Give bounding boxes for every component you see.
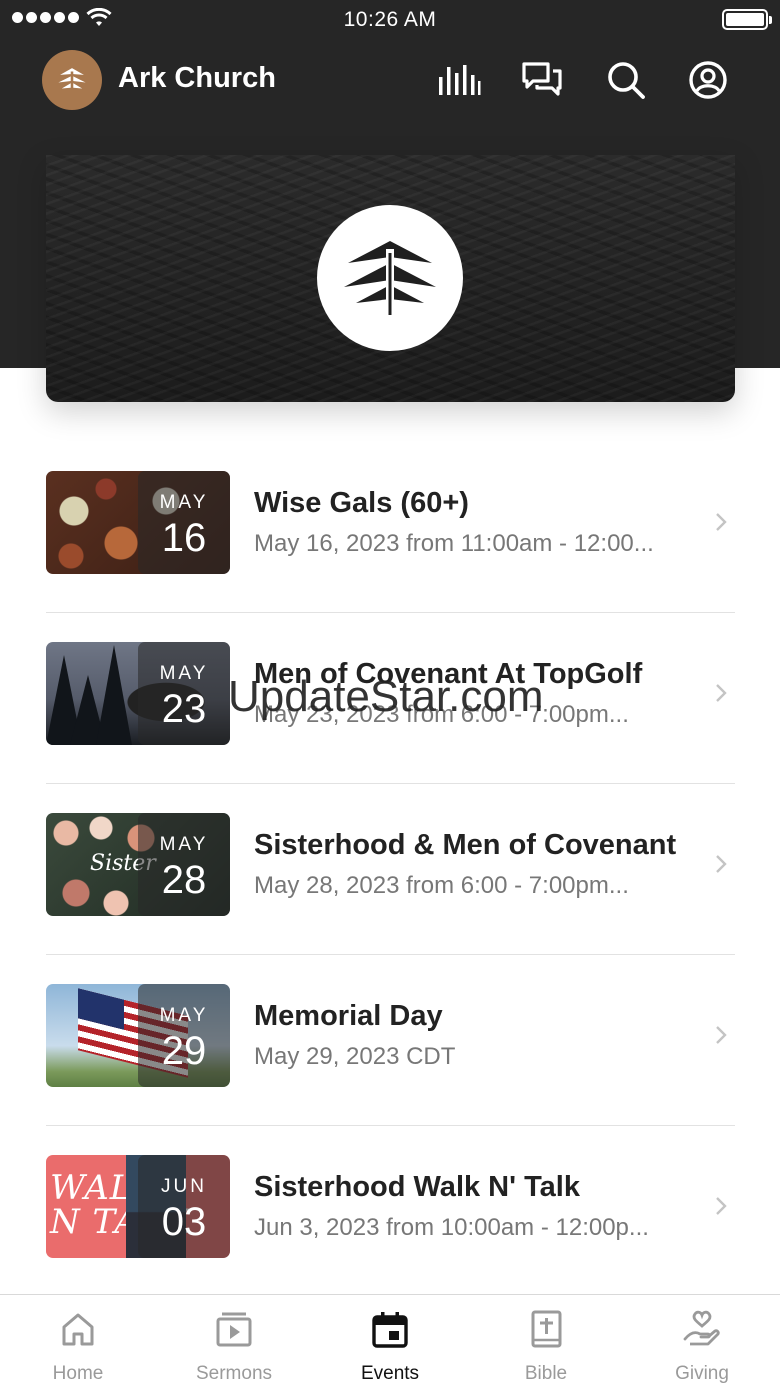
bible-icon <box>531 1310 562 1348</box>
church-logo-icon[interactable] <box>42 50 102 110</box>
date-badge: MAY 28 <box>138 813 230 916</box>
home-icon <box>62 1313 94 1346</box>
date-badge: JUN 03 <box>138 1155 230 1258</box>
event-row[interactable]: MAY 29 Memorial Day May 29, 2023 CDT <box>46 955 735 1126</box>
chat-icon[interactable] <box>520 58 564 102</box>
tab-bible[interactable]: Bible <box>468 1295 624 1387</box>
event-row[interactable]: WALK N TALK JUN 03 Sisterhood Walk N' Tal… <box>46 1126 735 1297</box>
event-list: MAY 16 Wise Gals (60+) May 16, 2023 from… <box>46 442 735 1297</box>
tab-home[interactable]: Home <box>0 1295 156 1387</box>
profile-icon[interactable] <box>686 58 730 102</box>
date-badge: MAY 23 <box>138 642 230 745</box>
app-title: Ark Church <box>118 62 276 94</box>
hero-banner <box>46 155 735 402</box>
event-title: Sisterhood & Men of Covenant <box>254 829 677 861</box>
event-row[interactable]: MAY 16 Wise Gals (60+) May 16, 2023 from… <box>46 442 735 613</box>
date-badge: MAY 16 <box>138 471 230 574</box>
event-title: Memorial Day <box>254 1000 443 1032</box>
event-row[interactable]: Sister MAY 28 Sisterhood & Men of Covena… <box>46 784 735 955</box>
status-bar: 10:26 AM <box>0 0 780 40</box>
status-time: 10:26 AM <box>343 8 437 31</box>
audio-bars-icon[interactable] <box>437 58 481 102</box>
event-day: 29 <box>161 1029 207 1073</box>
event-subtitle: Jun 3, 2023 from 10:00am - 12:00p... <box>254 1214 649 1241</box>
event-subtitle: May 29, 2023 CDT <box>254 1043 456 1070</box>
chevron-right-icon <box>716 1026 727 1044</box>
church-logo-badge <box>317 205 463 351</box>
event-month: MAY <box>159 492 209 513</box>
event-title: Wise Gals (60+) <box>254 487 469 519</box>
event-thumbnail: MAY 29 <box>46 984 230 1087</box>
watermark: UpdateStar.com <box>228 672 544 721</box>
tab-label: Giving <box>675 1363 729 1384</box>
event-day: 16 <box>161 516 207 560</box>
chevron-right-icon <box>716 855 727 873</box>
tab-label: Bible <box>524 1363 568 1384</box>
tab-label: Sermons <box>195 1363 273 1384</box>
tab-sermons[interactable]: Sermons <box>156 1295 312 1387</box>
event-day: 03 <box>161 1200 207 1244</box>
date-badge: MAY 29 <box>138 984 230 1087</box>
tab-label: Events <box>360 1363 420 1384</box>
calendar-icon <box>372 1312 408 1348</box>
tab-bar: Home Sermons Events Bible Giving <box>0 1294 780 1387</box>
chevron-right-icon <box>716 684 727 702</box>
event-day: 28 <box>161 858 207 902</box>
event-month: MAY <box>159 834 209 855</box>
tab-events[interactable]: Events <box>312 1295 468 1387</box>
search-icon[interactable] <box>604 58 648 102</box>
battery-icon <box>722 9 772 30</box>
event-month: JUN <box>161 1176 207 1197</box>
app-header: Ark Church <box>0 44 780 116</box>
tab-label: Home <box>52 1363 104 1384</box>
event-month: MAY <box>159 1005 209 1026</box>
event-subtitle: May 16, 2023 from 11:00am - 12:00... <box>254 530 654 557</box>
event-month: MAY <box>159 663 209 684</box>
event-title: Sisterhood Walk N' Talk <box>254 1171 580 1203</box>
event-thumbnail: WALK N TALK JUN 03 <box>46 1155 230 1258</box>
event-thumbnail: Sister MAY 28 <box>46 813 230 916</box>
video-icon <box>216 1312 252 1347</box>
giving-icon <box>683 1310 720 1346</box>
event-thumbnail: MAY 16 <box>46 471 230 574</box>
event-day: 23 <box>161 687 207 731</box>
event-subtitle: May 28, 2023 from 6:00 - 7:00pm... <box>254 872 629 899</box>
tab-giving[interactable]: Giving <box>624 1295 780 1387</box>
event-thumbnail: MAY 23 <box>46 642 230 745</box>
chevron-right-icon <box>716 513 727 531</box>
chevron-right-icon <box>716 1197 727 1215</box>
